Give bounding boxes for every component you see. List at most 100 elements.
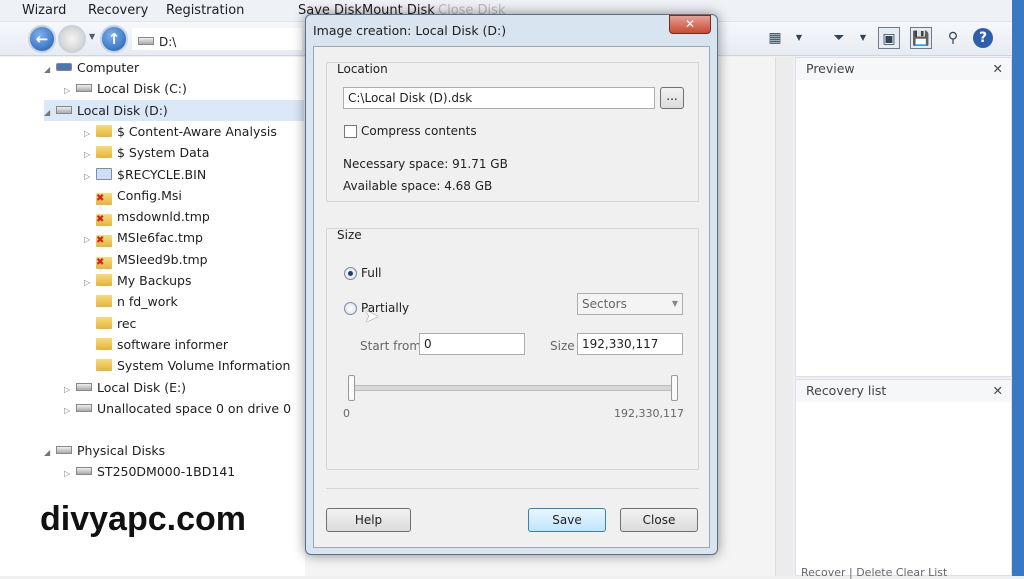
path-input[interactable]: C:\Local Disk (D).dsk [343, 87, 655, 109]
recovery-list-panel: Recovery list ✕ [795, 379, 1012, 576]
tree-item[interactable]: ▷ $ Content-Aware Analysis [84, 121, 277, 142]
preview-panel: Preview ✕ [795, 57, 1012, 377]
tree-item-label: $RECYCLE.BIN [117, 166, 207, 182]
tree-item-label: Local Disk (C:) [97, 81, 187, 97]
tree-item[interactable]: ◢ Physical Disks [44, 440, 165, 461]
recovery-list-title: Recovery list [806, 383, 887, 398]
disk-icon [138, 37, 154, 45]
range-start-handle[interactable] [348, 375, 355, 401]
tree-item[interactable]: ▷ Local Disk (C:) [64, 78, 187, 99]
help-button[interactable]: Help [326, 508, 411, 532]
expand-arrow-icon[interactable]: ◢ [44, 442, 56, 463]
range-slider[interactable] [351, 385, 677, 391]
start-from-input[interactable]: 0 [419, 333, 525, 355]
tree-item-label: software informer [117, 336, 229, 352]
up-button[interactable]: ↑ [100, 25, 128, 53]
menu-registration[interactable]: Registration [166, 3, 244, 18]
save-icon[interactable]: 💾 [910, 27, 932, 49]
tree-item[interactable]: ◢ Computer [44, 57, 139, 78]
tree-item[interactable]: ▷ ST250DM000-1BD141 [64, 461, 235, 482]
necessary-space: Necessary space: 91.71 GB [343, 157, 508, 171]
tree-item[interactable]: ✖ msdownld.tmp [84, 206, 210, 227]
expand-arrow-icon[interactable]: ▷ [84, 229, 96, 250]
menu-wizard[interactable]: Wizard [22, 3, 66, 18]
close-preview-icon[interactable]: ✕ [993, 58, 1003, 80]
help-icon[interactable]: ? [973, 28, 993, 48]
tree-item[interactable]: ▷ My Backups [84, 270, 192, 291]
save-button[interactable]: Save [528, 508, 606, 532]
deleted-icon: ✖ [96, 235, 112, 248]
tree-item-label: msdownld.tmp [117, 209, 210, 225]
tree-item[interactable]: ▷ $ System Data [84, 142, 209, 163]
tree-item[interactable]: ▷ ✖ MSIe6fac.tmp [84, 227, 203, 248]
menu-recovery[interactable]: Recovery [88, 3, 148, 18]
tree-item-label: rec [117, 315, 137, 331]
tree-item[interactable]: ▷ Unallocated space 0 on drive 0 [64, 398, 291, 419]
browse-button[interactable]: ... [660, 87, 684, 109]
filter-dropdown-icon[interactable]: ▼ [852, 27, 874, 49]
tree-item-label: System Volume Information [117, 358, 291, 374]
dialog-title: Image creation: Local Disk (D:) [313, 23, 507, 38]
back-button[interactable]: ← [28, 25, 56, 53]
clear-list-button[interactable]: Clear List [896, 566, 948, 579]
folder-icon [96, 146, 112, 159]
expand-arrow-icon[interactable]: ▷ [64, 379, 76, 400]
unit-select[interactable]: Sectors ▼ [577, 293, 683, 315]
tree-item-label: MSIeed9b.tmp [117, 251, 208, 267]
disk-icon [76, 467, 92, 476]
deleted-icon: ✖ [96, 214, 112, 227]
filter-icon[interactable]: ⏷ [828, 27, 850, 49]
expand-arrow-icon[interactable]: ▷ [64, 463, 76, 484]
folder-icon [96, 124, 112, 137]
disk-icon [56, 446, 72, 455]
size-input[interactable]: 192,330,117 [577, 333, 683, 355]
preview-toggle-icon[interactable]: ▣ [878, 27, 900, 49]
close-button[interactable]: Close [620, 508, 698, 532]
address-bar[interactable]: D:\ [132, 28, 302, 50]
expand-arrow-icon[interactable]: ▷ [84, 123, 96, 144]
tree-item[interactable]: ▷ Local Disk (E:) [64, 377, 186, 398]
close-recovery-list-icon[interactable]: ✕ [993, 380, 1003, 402]
tree-item-label: Unallocated space 0 on drive 0 [97, 400, 292, 416]
expand-arrow-icon[interactable]: ▷ [84, 144, 96, 165]
history-dropdown-icon[interactable]: ▼ [89, 32, 95, 41]
deleted-icon: ✖ [96, 256, 112, 269]
full-radio[interactable] [344, 267, 357, 280]
partially-radio[interactable] [344, 302, 357, 315]
tree-item[interactable]: ✖ MSIeed9b.tmp [84, 249, 208, 270]
tree-item[interactable]: ◢ Local Disk (D:) [44, 99, 304, 123]
deleted-icon: ✖ [96, 192, 112, 205]
view-mode-icon[interactable]: ▦ [764, 27, 786, 49]
tree-item-label: MSIe6fac.tmp [117, 230, 203, 246]
recover-button[interactable]: Recover [801, 566, 846, 579]
expand-arrow-icon[interactable]: ▷ [84, 272, 96, 293]
tree-item[interactable]: n fd_work [84, 291, 178, 312]
chevron-down-icon: ▼ [671, 299, 678, 308]
tree-item-label: ST250DM000-1BD141 [97, 464, 236, 480]
tree-item[interactable]: software informer [84, 334, 228, 355]
window-border [1012, 0, 1024, 576]
expand-arrow-icon[interactable]: ◢ [44, 102, 56, 123]
forward-button[interactable] [58, 25, 86, 53]
expand-arrow-icon[interactable]: ▷ [64, 80, 76, 101]
mouse-cursor-icon: ➤ [364, 306, 380, 327]
vertical-scrollbar[interactable] [775, 57, 793, 576]
compress-checkbox[interactable] [344, 125, 357, 138]
tree-item[interactable]: System Volume Information [84, 355, 290, 376]
expand-arrow-icon[interactable]: ▷ [84, 166, 96, 187]
expand-arrow-icon[interactable]: ◢ [44, 59, 56, 80]
search-icon[interactable]: ⚲ [942, 27, 964, 49]
dialog-close-button[interactable]: ✕ [669, 15, 711, 34]
folder-icon [96, 359, 112, 372]
delete-button[interactable]: Delete [856, 566, 892, 579]
view-dropdown-icon[interactable]: ▼ [788, 27, 810, 49]
tree-item-label: My Backups [117, 273, 192, 288]
tree-item[interactable]: ▷ $RECYCLE.BIN [84, 164, 206, 185]
tree-item-label: n fd_work [117, 294, 178, 310]
tree-item[interactable]: rec [84, 313, 136, 334]
folder-icon [96, 316, 112, 329]
tree-item-label: Computer [77, 60, 140, 75]
range-end-handle[interactable] [671, 375, 678, 401]
tree-item[interactable]: ✖ Config.Msi [84, 185, 182, 206]
expand-arrow-icon[interactable]: ▷ [64, 400, 76, 421]
